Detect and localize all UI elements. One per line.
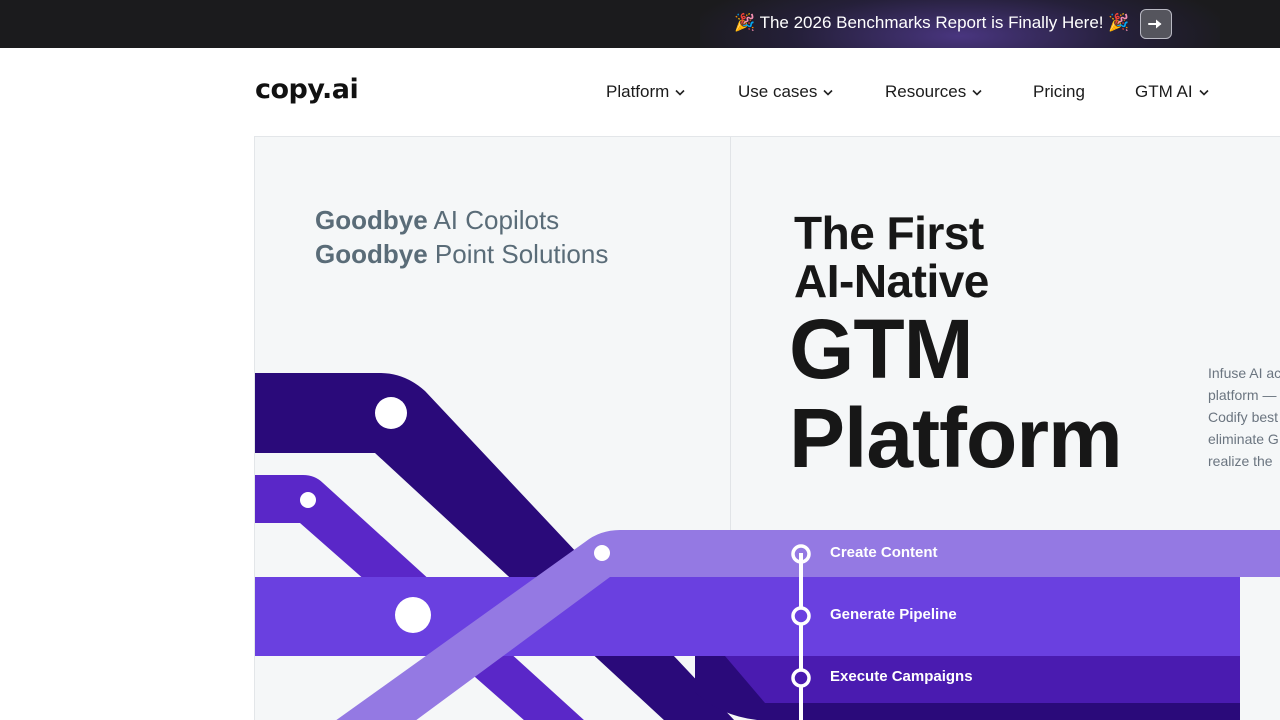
nav-gtm-ai[interactable]: GTM AI [1135,82,1209,102]
chevron-down-icon [972,89,982,96]
nav-use-cases-label: Use cases [738,82,818,101]
node-dot [375,397,407,429]
nav-platform[interactable]: Platform [606,82,685,102]
announcement-bar: 🎉 The 2026 Benchmarks Report is Finally … [0,0,1280,48]
nav-gtm-ai-label: GTM AI [1135,82,1193,101]
nav-pricing-label: Pricing [1033,82,1085,101]
announcement-arrow-button[interactable] [1140,9,1172,39]
chevron-down-icon [675,89,685,96]
step-generate-pipeline[interactable]: Generate Pipeline [830,606,957,623]
chevron-down-icon [823,89,833,96]
nav-resources[interactable]: Resources [885,82,982,102]
nav-use-cases[interactable]: Use cases [738,82,833,102]
chevron-down-icon [1199,89,1209,96]
step-line [799,553,803,720]
step-marker [791,668,811,688]
node-dot [395,597,431,633]
node-dot [300,492,316,508]
step-marker [791,606,811,626]
pipeline-graphic [255,373,1280,720]
nav-resources-label: Resources [885,82,967,101]
announcement-text[interactable]: 🎉 The 2026 Benchmarks Report is Finally … [734,13,1129,33]
nav-platform-label: Platform [606,82,670,101]
step-create-content[interactable]: Create Content [830,544,938,561]
step-execute-campaigns[interactable]: Execute Campaigns [830,668,973,685]
node-dot [594,545,610,561]
hero-section: Goodbye AI Copilots Goodbye Point Soluti… [254,136,1280,720]
arrow-right-icon [1148,19,1162,29]
nav-pricing[interactable]: Pricing [1033,82,1085,102]
logo[interactable]: copy.ai [255,74,359,105]
